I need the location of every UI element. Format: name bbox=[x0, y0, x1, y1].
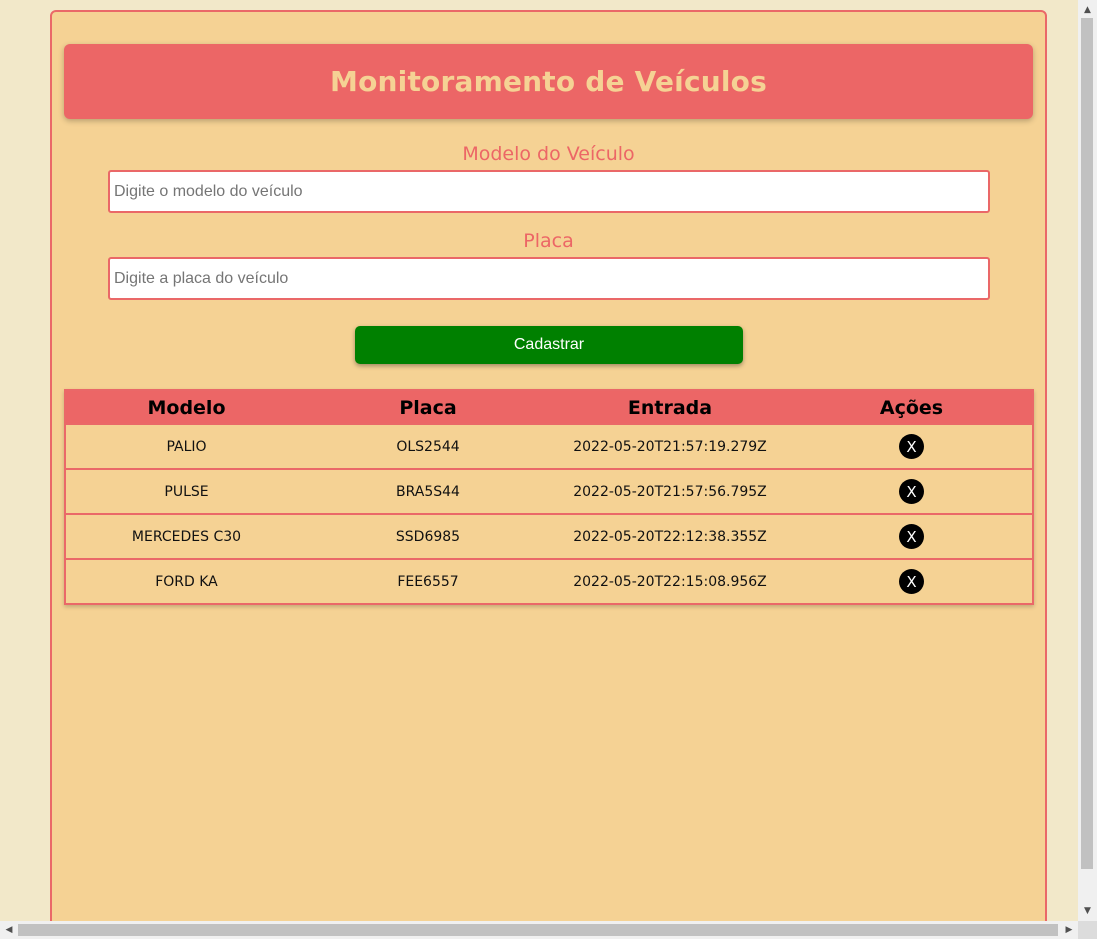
arrow-right-icon[interactable]: ▶ bbox=[1061, 921, 1077, 939]
column-header-entrada: Entrada bbox=[549, 390, 791, 424]
horizontal-scroll-thumb[interactable] bbox=[18, 924, 1058, 936]
column-header-modelo: Modelo bbox=[65, 390, 307, 424]
table-row: PALIO OLS2544 2022-05-20T21:57:19.279Z X bbox=[65, 423, 1033, 469]
cell-entrada: 2022-05-20T21:57:56.795Z bbox=[549, 468, 791, 514]
model-label: Modelo do Veículo bbox=[462, 143, 635, 165]
cell-modelo: MERCEDES C30 bbox=[65, 513, 307, 559]
arrow-down-icon[interactable]: ▼ bbox=[1078, 903, 1097, 919]
table-header-row: Modelo Placa Entrada Ações bbox=[65, 390, 1033, 424]
scrollbar-corner bbox=[1078, 921, 1097, 939]
horizontal-scrollbar[interactable]: ◀ ▶ bbox=[0, 921, 1078, 939]
cell-entrada: 2022-05-20T21:57:19.279Z bbox=[549, 423, 791, 469]
table-row: FORD KA FEE6557 2022-05-20T22:15:08.956Z… bbox=[65, 558, 1033, 604]
close-icon[interactable]: X bbox=[899, 479, 924, 504]
vehicles-table: Modelo Placa Entrada Ações PALIO OLS2544… bbox=[64, 389, 1034, 605]
column-header-placa: Placa bbox=[307, 390, 549, 424]
arrow-left-icon[interactable]: ◀ bbox=[1, 921, 17, 939]
main-panel: Monitoramento de Veículos Modelo do Veíc… bbox=[50, 10, 1047, 921]
cell-acoes: X bbox=[791, 468, 1033, 514]
vertical-scroll-thumb[interactable] bbox=[1081, 18, 1093, 869]
page-title: Monitoramento de Veículos bbox=[330, 65, 767, 98]
column-header-acoes: Ações bbox=[791, 390, 1033, 424]
submit-button[interactable]: Cadastrar bbox=[355, 326, 743, 364]
model-input[interactable] bbox=[108, 170, 990, 213]
cell-modelo: FORD KA bbox=[65, 558, 307, 604]
page-header: Monitoramento de Veículos bbox=[64, 44, 1033, 119]
close-icon[interactable]: X bbox=[899, 524, 924, 549]
cell-modelo: PULSE bbox=[65, 468, 307, 514]
cell-acoes: X bbox=[791, 513, 1033, 559]
cell-acoes: X bbox=[791, 423, 1033, 469]
page-viewport: Monitoramento de Veículos Modelo do Veíc… bbox=[0, 0, 1078, 921]
close-icon[interactable]: X bbox=[899, 569, 924, 594]
arrow-up-icon[interactable]: ▲ bbox=[1078, 2, 1097, 18]
cell-placa: SSD6985 bbox=[307, 513, 549, 559]
cell-entrada: 2022-05-20T22:15:08.956Z bbox=[549, 558, 791, 604]
table-row: MERCEDES C30 SSD6985 2022-05-20T22:12:38… bbox=[65, 513, 1033, 559]
cell-acoes: X bbox=[791, 558, 1033, 604]
cell-entrada: 2022-05-20T22:12:38.355Z bbox=[549, 513, 791, 559]
close-icon[interactable]: X bbox=[899, 434, 924, 459]
plate-input[interactable] bbox=[108, 257, 990, 300]
plate-label: Placa bbox=[523, 230, 574, 252]
cell-placa: FEE6557 bbox=[307, 558, 549, 604]
vertical-scrollbar[interactable]: ▲ ▼ bbox=[1078, 0, 1097, 921]
cell-placa: BRA5S44 bbox=[307, 468, 549, 514]
cell-modelo: PALIO bbox=[65, 423, 307, 469]
table-row: PULSE BRA5S44 2022-05-20T21:57:56.795Z X bbox=[65, 468, 1033, 514]
cell-placa: OLS2544 bbox=[307, 423, 549, 469]
